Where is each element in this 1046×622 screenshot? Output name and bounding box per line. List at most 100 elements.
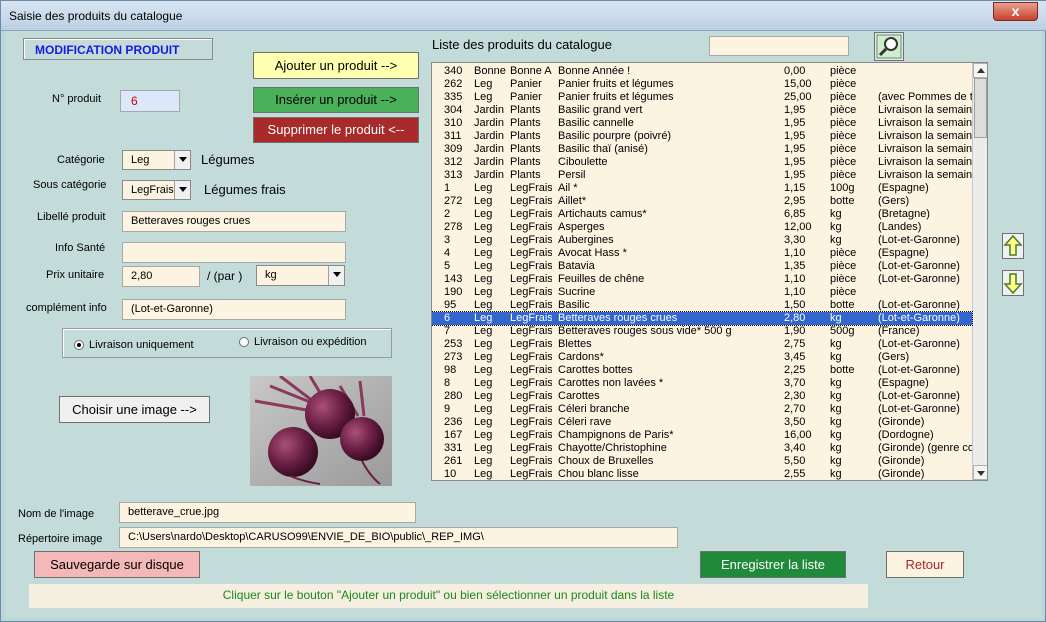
list-cell: Plants bbox=[510, 104, 541, 116]
list-cell: (France) bbox=[878, 325, 920, 337]
chevron-down-icon[interactable] bbox=[328, 266, 344, 285]
info-field[interactable] bbox=[122, 242, 346, 263]
list-cell: (Bretagne) bbox=[878, 208, 930, 220]
back-button[interactable]: Retour bbox=[886, 551, 964, 578]
list-row[interactable]: 310 Jardin Plants Basilic cannelle 1,95 pièce… bbox=[432, 117, 972, 130]
list-row[interactable]: 331 Leg LegFrais Chayotte/Christophine 3,40 k… bbox=[432, 442, 972, 455]
list-row[interactable]: 190 Leg LegFrais Sucrine 1,10 pièce bbox=[432, 286, 972, 299]
list-row[interactable]: 272 Leg LegFrais Aillet* 2,95 botte (Gers) bbox=[432, 195, 972, 208]
list-row[interactable]: 5 Leg LegFrais Batavia 1,35 pièce (Lot-et-Garo… bbox=[432, 260, 972, 273]
list-row[interactable]: 8 Leg LegFrais Carottes non lavées * 3,70 kg (… bbox=[432, 377, 972, 390]
list-cell: 340 bbox=[444, 65, 463, 77]
list-row[interactable]: 4 Leg LegFrais Avocat Hass * 1,10 pièce (Espag… bbox=[432, 247, 972, 260]
list-row[interactable]: 10 Leg LegFrais Chou blanc lisse 2,55 kg (Giro… bbox=[432, 468, 972, 480]
list-row[interactable]: 143 Leg LegFrais Feuilles de chêne 1,10 pièce… bbox=[432, 273, 972, 286]
list-cell: 3 bbox=[444, 234, 451, 246]
radio-delivery-or-shipping[interactable] bbox=[239, 337, 249, 347]
subcategory-select[interactable]: LegFrais bbox=[122, 180, 191, 200]
close-button[interactable]: x bbox=[993, 2, 1038, 21]
list-cell: pièce bbox=[830, 260, 857, 272]
list-row[interactable]: 3 Leg LegFrais Aubergines 3,30 kg (Lot-et-Garo… bbox=[432, 234, 972, 247]
list-row[interactable]: 309 Jardin Plants Basilic thaï (anisé) 1,95 p… bbox=[432, 143, 972, 156]
list-cell: Leg bbox=[474, 364, 493, 376]
list-cell: (Gironde) (genre co bbox=[878, 442, 972, 454]
choose-image-button[interactable]: Choisir une image --> bbox=[59, 396, 210, 423]
list-cell: kg bbox=[830, 221, 842, 233]
list-row[interactable]: 278 Leg LegFrais Asperges 12,00 kg (Landes) bbox=[432, 221, 972, 234]
libelle-field[interactable]: Betteraves rouges crues bbox=[122, 211, 346, 232]
insert-product-button[interactable]: Insérer un produit --> bbox=[253, 87, 419, 113]
list-row[interactable]: 335 Leg Panier Panier fruits et légumes 25,0… bbox=[432, 91, 972, 104]
list-cell: Plants bbox=[510, 117, 541, 129]
radio-delivery-only[interactable] bbox=[74, 340, 84, 350]
search-button[interactable] bbox=[874, 32, 904, 61]
list-row[interactable]: 253 Leg LegFrais Blettes 2,75 kg (Lot-et-Garon… bbox=[432, 338, 972, 351]
list-cell: (Lot-et-Garonne) bbox=[878, 273, 960, 285]
list-cell: 1,95 bbox=[784, 117, 806, 129]
list-row[interactable]: 273 Leg LegFrais Cardons* 3,45 kg (Gers) bbox=[432, 351, 972, 364]
list-row[interactable]: 340 Bonne Bonne A Bonne Année ! 0,00 pièce bbox=[432, 65, 972, 78]
list-cell: Leg bbox=[474, 260, 493, 272]
chevron-down-icon[interactable] bbox=[174, 181, 190, 199]
list-cell: 2,80 bbox=[784, 312, 806, 324]
list-row[interactable]: 7 Leg LegFrais Betteraves rouges sous vide*… bbox=[432, 325, 972, 338]
list-row[interactable]: 236 Leg LegFrais Céleri rave 3,50 kg (Gironde) bbox=[432, 416, 972, 429]
list-row[interactable]: 304 Jardin Plants Basilic grand vert 1,95 piè… bbox=[432, 104, 972, 117]
price-field[interactable]: 2,80 bbox=[122, 266, 200, 287]
category-select[interactable]: Leg bbox=[122, 150, 191, 170]
list-row[interactable]: 1 Leg LegFrais Ail * 1,15 100g (Espagne) bbox=[432, 182, 972, 195]
list-cell: 10 bbox=[444, 468, 457, 480]
list-cell: Avocat Hass * bbox=[558, 247, 627, 259]
list-row[interactable]: 280 Leg LegFrais Carottes 2,30 kg (Lot-et-Garo… bbox=[432, 390, 972, 403]
delete-product-button[interactable]: Supprimer le produit <-- bbox=[253, 117, 419, 143]
list-cell: 1,95 bbox=[784, 130, 806, 142]
list-row[interactable]: 312 Jardin Plants Ciboulette 1,95 pièce Livrai… bbox=[432, 156, 972, 169]
list-row[interactable]: 167 Leg LegFrais Champignons de Paris* 16,00… bbox=[432, 429, 972, 442]
list-cell: Jardin bbox=[474, 143, 504, 155]
image-dir-field[interactable]: C:\Users\nardo\Desktop\CARUSO99\ENVIE_DE… bbox=[119, 527, 678, 548]
list-cell: kg bbox=[830, 390, 842, 402]
list-scrollbar[interactable] bbox=[972, 63, 987, 480]
scroll-up-icon[interactable] bbox=[973, 63, 987, 78]
list-row[interactable]: 261 Leg LegFrais Choux de Bruxelles 5,50 kg (G… bbox=[432, 455, 972, 468]
list-cell: kg bbox=[830, 377, 842, 389]
list-row[interactable]: 9 Leg LegFrais Céleri branche 2,70 kg (Lot-et-… bbox=[432, 403, 972, 416]
product-list[interactable]: 340 Bonne Bonne A Bonne Année ! 0,00 pièce 262… bbox=[431, 62, 988, 481]
title-bar: Saisie des produits du catalogue x bbox=[1, 1, 1046, 31]
list-cell: Leg bbox=[474, 455, 493, 467]
move-up-button[interactable] bbox=[1002, 233, 1024, 259]
save-disk-button[interactable]: Sauvegarde sur disque bbox=[34, 551, 200, 578]
unit-select[interactable]: kg bbox=[256, 265, 345, 286]
list-cell: Leg bbox=[474, 403, 493, 415]
search-input[interactable] bbox=[709, 36, 849, 56]
list-row[interactable]: 311 Jardin Plants Basilic pourpre (poivré) 1… bbox=[432, 130, 972, 143]
scroll-down-icon[interactable] bbox=[973, 465, 987, 480]
list-cell: 1,15 bbox=[784, 182, 806, 194]
image-name-field[interactable]: betterave_crue.jpg bbox=[119, 502, 416, 523]
list-cell: 3,30 bbox=[784, 234, 806, 246]
list-cell: Chou blanc lisse bbox=[558, 468, 639, 480]
complement-field[interactable]: (Lot-et-Garonne) bbox=[122, 299, 346, 320]
save-list-button[interactable]: Enregistrer la liste bbox=[700, 551, 846, 578]
list-row[interactable]: 262 Leg Panier Panier fruits et légumes 15,0… bbox=[432, 78, 972, 91]
per-label: / (par ) bbox=[207, 269, 243, 283]
list-cell: Cardons* bbox=[558, 351, 604, 363]
list-cell: 1,95 bbox=[784, 169, 806, 181]
chevron-down-icon[interactable] bbox=[174, 151, 190, 169]
list-cell: botte bbox=[830, 299, 855, 311]
scroll-thumb[interactable] bbox=[974, 78, 987, 138]
list-cell: 1,90 bbox=[784, 325, 806, 337]
subcategory-value: LegFrais bbox=[131, 184, 174, 196]
list-cell: kg bbox=[830, 468, 842, 480]
list-cell: kg bbox=[830, 416, 842, 428]
num-field[interactable]: 6 bbox=[120, 90, 180, 112]
list-cell: 313 bbox=[444, 169, 463, 181]
list-row[interactable]: 2 Leg LegFrais Artichauts camus* 6,85 kg (Bret… bbox=[432, 208, 972, 221]
list-cell: 1,95 bbox=[784, 104, 806, 116]
list-row[interactable]: 6 Leg LegFrais Betteraves rouges crues 2,80 k… bbox=[432, 311, 973, 326]
list-row[interactable]: 313 Jardin Plants Persil 1,95 pièce Livraison … bbox=[432, 169, 972, 182]
list-row[interactable]: 95 Leg LegFrais Basilic 1,50 botte (Lot-et-Gar… bbox=[432, 299, 972, 312]
list-row[interactable]: 98 Leg LegFrais Carottes bottes 2,25 botte (Lo… bbox=[432, 364, 972, 377]
add-product-button[interactable]: Ajouter un produit --> bbox=[253, 52, 419, 79]
move-down-button[interactable] bbox=[1002, 270, 1024, 296]
